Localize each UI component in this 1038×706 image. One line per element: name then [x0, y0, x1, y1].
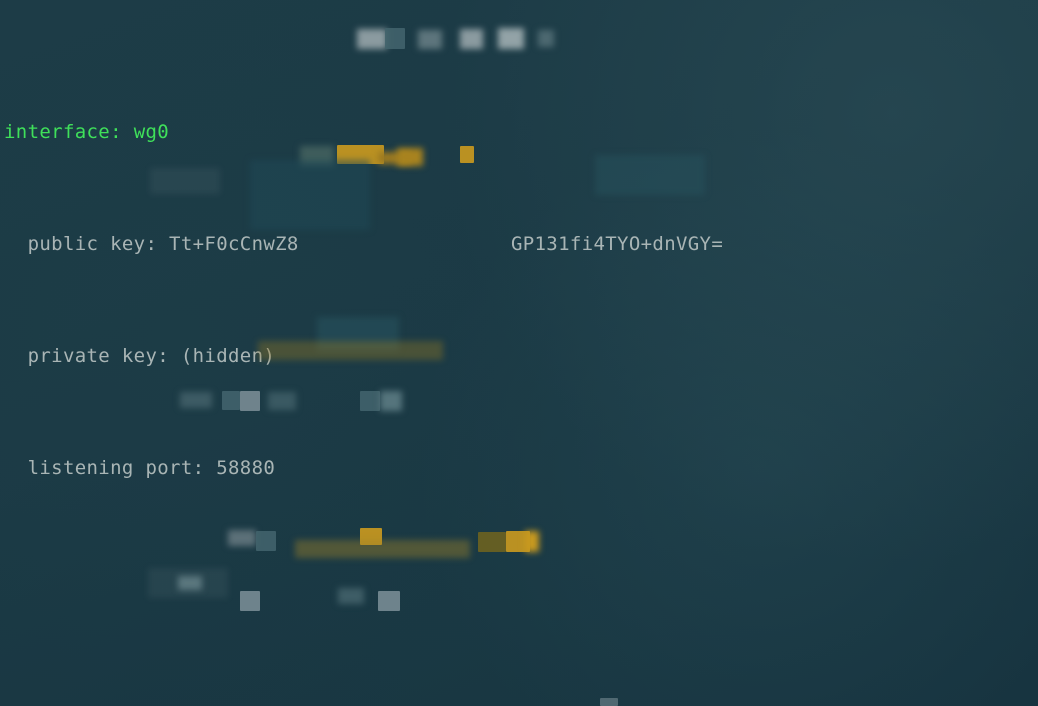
terminal-output[interactable]: interface: wg0 public key: Tt+F0cCnwZ8 G…	[0, 0, 1038, 706]
private-key-label: private key	[27, 345, 158, 367]
interface-line: interface: wg0	[4, 121, 170, 143]
interface-listening-port-line: listening port: 58880	[27, 457, 276, 479]
public-key-label: public key	[27, 233, 146, 255]
listening-port-value: 58880	[216, 457, 276, 479]
interface-private-key-line: private key: (hidden)	[27, 345, 276, 367]
private-key-value: (hidden)	[180, 345, 276, 367]
public-key-value-prefix: Tt+F0cCnwZ8	[169, 233, 299, 255]
listening-port-label: listening port	[27, 457, 193, 479]
interface-public-key-line: public key: Tt+F0cCnwZ8 GP131fi4TYO+dnVG…	[27, 233, 724, 255]
interface-label: interface	[4, 121, 111, 143]
terminal-window[interactable]: interface: wg0 public key: Tt+F0cCnwZ8 G…	[0, 0, 1038, 706]
interface-name: wg0	[133, 121, 170, 143]
public-key-value-suffix: GP131fi4TYO+dnVGY=	[510, 233, 724, 255]
